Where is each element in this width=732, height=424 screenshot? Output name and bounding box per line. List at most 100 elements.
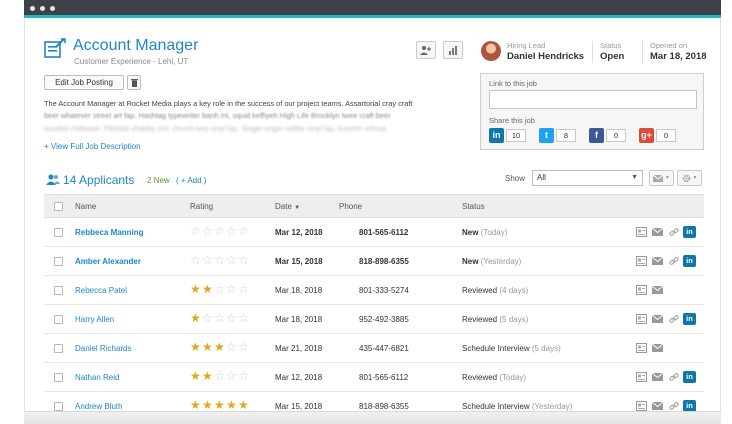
rating-stars[interactable]: ★ ☆ ☆ ☆ ☆: [190, 311, 250, 325]
applicant-status[interactable]: New (Yesterday): [462, 257, 521, 266]
rating-star-icon[interactable]: ☆: [238, 311, 250, 325]
window-dot-icon[interactable]: [40, 6, 45, 11]
rating-star-icon[interactable]: ★: [238, 398, 250, 412]
linkedin-icon[interactable]: in: [683, 255, 696, 267]
share-googleplus[interactable]: g+ 0: [639, 127, 676, 143]
delete-button[interactable]: [127, 75, 141, 90]
resume-button[interactable]: [635, 371, 648, 383]
applicant-name[interactable]: Rebecca Patel: [75, 286, 127, 295]
rating-star-icon[interactable]: ☆: [214, 311, 226, 325]
resume-button[interactable]: [635, 255, 648, 267]
settings-menu-button[interactable]: ▼: [677, 170, 702, 186]
rating-star-icon[interactable]: ☆: [238, 340, 250, 354]
applicant-status[interactable]: Reviewed (Today): [462, 373, 526, 382]
resume-button[interactable]: [635, 226, 648, 238]
view-full-description-link[interactable]: + View Full Job Description: [44, 142, 141, 151]
show-filter-select[interactable]: All ▼: [532, 170, 643, 186]
rating-star-icon[interactable]: ☆: [190, 253, 202, 267]
table-row[interactable]: Harry Allen ★ ☆ ☆ ☆ ☆ Mar 18, 2018 952-492-3…: [44, 305, 704, 334]
job-status[interactable]: Open: [600, 51, 624, 62]
add-user-button[interactable]: [416, 41, 436, 59]
applicant-name[interactable]: Amber Alexander: [75, 257, 141, 266]
rating-star-icon[interactable]: ★: [226, 398, 238, 412]
applicant-status[interactable]: Schedule Interview (5 days): [462, 344, 561, 353]
table-row[interactable]: Rebecca Patel ★ ★ ☆ ☆ ☆ Mar 18, 2018 801-333…: [44, 276, 704, 305]
rating-star-icon[interactable]: ☆: [214, 224, 226, 238]
row-checkbox[interactable]: [54, 257, 63, 266]
applicant-name[interactable]: Nathan Reid: [75, 373, 119, 382]
email-button[interactable]: [651, 313, 664, 325]
rating-star-icon[interactable]: ★: [214, 398, 226, 412]
stats-button[interactable]: [443, 41, 463, 59]
share-linkedin[interactable]: in 10: [489, 127, 526, 143]
rating-star-icon[interactable]: ☆: [226, 311, 238, 325]
row-checkbox[interactable]: [54, 228, 63, 237]
table-row[interactable]: Rebbeca Manning ☆ ☆ ☆ ☆ ☆ Mar 12, 2018 801-5…: [44, 218, 704, 247]
link-button[interactable]: [667, 226, 680, 238]
edit-job-posting-button[interactable]: Edit Job Posting: [44, 75, 124, 90]
rating-star-icon[interactable]: ☆: [190, 224, 202, 238]
resume-button[interactable]: [635, 284, 648, 296]
rating-stars[interactable]: ★ ★ ☆ ☆ ☆: [190, 369, 250, 383]
add-applicant-link[interactable]: ( + Add ): [176, 176, 206, 185]
column-status[interactable]: Status: [462, 202, 485, 211]
new-count-badge[interactable]: 2 New: [147, 176, 170, 185]
row-checkbox[interactable]: [54, 344, 63, 353]
rating-star-icon[interactable]: ★: [190, 398, 202, 412]
table-row[interactable]: Amber Alexander ☆ ☆ ☆ ☆ ☆ Mar 15, 2018 818-8…: [44, 247, 704, 276]
applicant-status[interactable]: Reviewed (5 days): [462, 315, 528, 324]
rating-star-icon[interactable]: ★: [190, 340, 202, 354]
applicant-name[interactable]: Harry Allen: [75, 315, 114, 324]
rating-star-icon[interactable]: ★: [190, 311, 202, 325]
rating-star-icon[interactable]: ☆: [238, 253, 250, 267]
rating-star-icon[interactable]: ★: [202, 340, 214, 354]
rating-star-icon[interactable]: ☆: [202, 224, 214, 238]
email-menu-button[interactable]: ▼: [649, 170, 674, 186]
rating-star-icon[interactable]: ☆: [226, 369, 238, 383]
resume-button[interactable]: [635, 342, 648, 354]
rating-stars[interactable]: ☆ ☆ ☆ ☆ ☆: [190, 253, 250, 267]
applicant-status[interactable]: Reviewed (4 days): [462, 286, 528, 295]
column-date[interactable]: Date ▼: [275, 202, 300, 211]
row-checkbox[interactable]: [54, 373, 63, 382]
email-button[interactable]: [651, 342, 664, 354]
select-all-checkbox[interactable]: [54, 202, 63, 211]
applicant-name[interactable]: Rebbeca Manning: [75, 228, 143, 237]
rating-star-icon[interactable]: ☆: [226, 282, 238, 296]
table-row[interactable]: Nathan Reid ★ ★ ☆ ☆ ☆ Mar 12, 2018 801-565-6…: [44, 363, 704, 392]
rating-star-icon[interactable]: ☆: [214, 369, 226, 383]
email-button[interactable]: [651, 255, 664, 267]
hiring-lead-name[interactable]: Daniel Hendricks: [507, 51, 584, 62]
rating-star-icon[interactable]: ☆: [226, 224, 238, 238]
linkedin-icon[interactable]: in: [683, 226, 696, 238]
rating-star-icon[interactable]: ☆: [238, 282, 250, 296]
link-button[interactable]: [667, 313, 680, 325]
rating-star-icon[interactable]: ☆: [238, 369, 250, 383]
rating-star-icon[interactable]: ★: [190, 369, 202, 383]
window-dot-icon[interactable]: [30, 6, 35, 11]
resume-button[interactable]: [635, 313, 648, 325]
rating-star-icon[interactable]: ★: [202, 369, 214, 383]
applicant-status[interactable]: Schedule Interview (Yesterday): [462, 402, 572, 411]
rating-star-icon[interactable]: ★: [202, 282, 214, 296]
rating-star-icon[interactable]: ★: [190, 282, 202, 296]
column-rating[interactable]: Rating: [190, 202, 213, 211]
row-checkbox[interactable]: [54, 286, 63, 295]
email-button[interactable]: [651, 371, 664, 383]
rating-star-icon[interactable]: ★: [214, 340, 226, 354]
rating-stars[interactable]: ★ ★ ★ ☆ ☆: [190, 340, 250, 354]
applicant-status[interactable]: New (Today): [462, 228, 507, 237]
column-name[interactable]: Name: [75, 202, 96, 211]
column-phone[interactable]: Phone: [339, 202, 362, 211]
table-row[interactable]: Daniel Richards ★ ★ ★ ☆ ☆ Mar 21, 2018 435-4…: [44, 334, 704, 363]
rating-star-icon[interactable]: ☆: [214, 253, 226, 267]
linkedin-icon[interactable]: in: [683, 371, 696, 383]
email-button[interactable]: [651, 284, 664, 296]
rating-stars[interactable]: ☆ ☆ ☆ ☆ ☆: [190, 224, 250, 238]
rating-star-icon[interactable]: ☆: [238, 224, 250, 238]
rating-stars[interactable]: ★ ★ ☆ ☆ ☆: [190, 282, 250, 296]
applicant-name[interactable]: Daniel Richards: [75, 344, 131, 353]
link-button[interactable]: [667, 371, 680, 383]
rating-star-icon[interactable]: ☆: [202, 253, 214, 267]
email-button[interactable]: [651, 226, 664, 238]
